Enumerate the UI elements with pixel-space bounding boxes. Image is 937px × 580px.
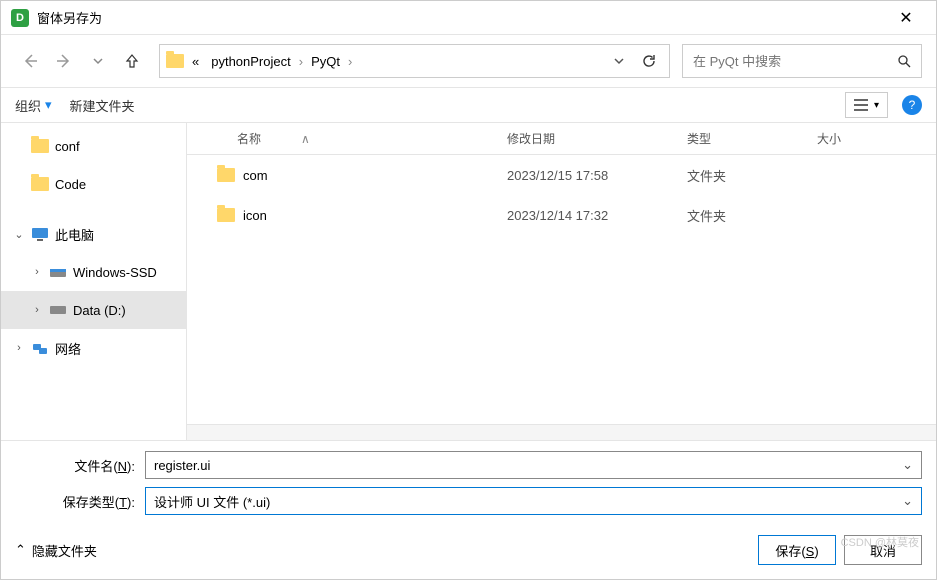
filename-input[interactable] — [154, 458, 902, 473]
chevron-down-icon: ▾ — [45, 97, 52, 113]
tree-item-data-d[interactable]: › Data (D:) — [1, 291, 186, 329]
drive-icon — [49, 265, 67, 279]
list-view-icon — [854, 99, 868, 111]
close-button[interactable]: ✕ — [886, 1, 926, 35]
window-title: 窗体另存为 — [37, 8, 886, 27]
path-dropdown[interactable] — [607, 55, 631, 67]
col-type[interactable]: 类型 — [687, 130, 817, 147]
col-date[interactable]: 修改日期 — [507, 130, 687, 147]
chevron-right-icon: › — [348, 54, 352, 69]
path-segment-0[interactable]: pythonProject — [207, 54, 295, 69]
path-bar[interactable]: « pythonProject › PyQt › — [159, 44, 670, 78]
file-row[interactable]: com 2023/12/15 17:58 文件夹 — [187, 155, 936, 195]
footer: ⌃ 隐藏文件夹 保存(S) 取消 — [1, 527, 936, 579]
toolbar: 组织 ▾ 新建文件夹 ▾ ? — [1, 87, 936, 123]
tree-item-windows-ssd[interactable]: › Windows-SSD — [1, 253, 186, 291]
savetype-value: 设计师 UI 文件 (*.ui) — [154, 492, 902, 511]
pc-icon — [31, 227, 49, 241]
tree-item-this-pc[interactable]: ⌄ 此电脑 — [1, 215, 186, 253]
network-icon — [31, 341, 49, 355]
filename-field[interactable]: ⌄ — [145, 451, 922, 479]
hide-folders-label: 隐藏文件夹 — [32, 541, 97, 560]
new-folder-label: 新建文件夹 — [70, 96, 135, 115]
folder-icon — [166, 54, 184, 68]
view-button[interactable]: ▾ — [845, 92, 888, 118]
search-box[interactable] — [682, 44, 922, 78]
content-pane: 名称 ∧ 修改日期 类型 大小 com 2023/12/15 17:58 文件夹… — [187, 123, 936, 440]
chevron-down-icon[interactable]: ⌄ — [902, 493, 913, 509]
tree-label: Windows-SSD — [73, 265, 157, 280]
folder-icon — [31, 139, 49, 153]
file-type: 文件夹 — [687, 206, 817, 225]
new-folder-button[interactable]: 新建文件夹 — [70, 96, 135, 115]
chevron-down-icon[interactable]: ⌄ — [13, 228, 25, 241]
app-icon: D — [11, 9, 29, 27]
chevron-down-icon: ▾ — [874, 100, 879, 111]
nav-row: « pythonProject › PyQt › — [1, 35, 936, 87]
sort-indicator-icon: ∧ — [301, 132, 310, 146]
search-icon[interactable] — [897, 54, 911, 68]
tree-item-network[interactable]: › 网络 — [1, 329, 186, 367]
file-list: com 2023/12/15 17:58 文件夹 icon 2023/12/14… — [187, 155, 936, 424]
search-input[interactable] — [693, 54, 897, 69]
up-button[interactable] — [117, 46, 147, 76]
refresh-button[interactable] — [635, 53, 663, 69]
tree-label: 此电脑 — [55, 225, 94, 244]
horizontal-scrollbar[interactable] — [187, 424, 936, 440]
savetype-label: 保存类型(T): — [15, 492, 145, 511]
main-area: conf Code ⌄ 此电脑 › Windows-SSD › Data (D:… — [1, 123, 936, 440]
back-button[interactable] — [15, 46, 45, 76]
folder-icon — [217, 168, 235, 182]
sidebar: conf Code ⌄ 此电脑 › Windows-SSD › Data (D:… — [1, 123, 187, 440]
col-size[interactable]: 大小 — [817, 130, 936, 147]
file-date: 2023/12/14 17:32 — [507, 208, 687, 223]
recent-dropdown[interactable] — [83, 46, 113, 76]
path-segment-1[interactable]: PyQt — [307, 54, 344, 69]
tree-item-code[interactable]: Code — [1, 165, 186, 203]
file-type: 文件夹 — [687, 166, 817, 185]
organize-label: 组织 — [15, 96, 41, 115]
forward-button[interactable] — [49, 46, 79, 76]
save-button[interactable]: 保存(S) — [758, 535, 836, 565]
form-area: 文件名(N): ⌄ 保存类型(T): 设计师 UI 文件 (*.ui) ⌄ — [1, 440, 936, 527]
chevron-right-icon[interactable]: › — [31, 304, 43, 316]
chevron-right-icon[interactable]: › — [31, 266, 43, 278]
col-name[interactable]: 名称 — [237, 130, 261, 147]
chevron-up-icon: ⌃ — [15, 542, 26, 558]
path-prefix: « — [188, 54, 203, 69]
tree-item-conf[interactable]: conf — [1, 127, 186, 165]
organize-button[interactable]: 组织 ▾ — [15, 96, 52, 115]
chevron-right-icon: › — [299, 54, 303, 69]
tree-label: conf — [55, 139, 80, 154]
chevron-down-icon[interactable]: ⌄ — [902, 457, 913, 473]
cancel-button[interactable]: 取消 — [844, 535, 922, 565]
filename-label: 文件名(N): — [15, 456, 145, 475]
file-date: 2023/12/15 17:58 — [507, 168, 687, 183]
drive-icon — [49, 304, 67, 316]
savetype-field[interactable]: 设计师 UI 文件 (*.ui) ⌄ — [145, 487, 922, 515]
tree-label: Data (D:) — [73, 303, 126, 318]
hide-folders-toggle[interactable]: ⌃ 隐藏文件夹 — [15, 541, 97, 560]
titlebar: D 窗体另存为 ✕ — [1, 1, 936, 35]
file-name: com — [243, 168, 268, 183]
file-name: icon — [243, 208, 267, 223]
file-row[interactable]: icon 2023/12/14 17:32 文件夹 — [187, 195, 936, 235]
column-header: 名称 ∧ 修改日期 类型 大小 — [187, 123, 936, 155]
help-button[interactable]: ? — [902, 95, 922, 115]
folder-icon — [217, 208, 235, 222]
folder-icon — [31, 177, 49, 191]
tree-label: Code — [55, 177, 86, 192]
chevron-right-icon[interactable]: › — [13, 342, 25, 354]
tree-label: 网络 — [55, 339, 81, 358]
